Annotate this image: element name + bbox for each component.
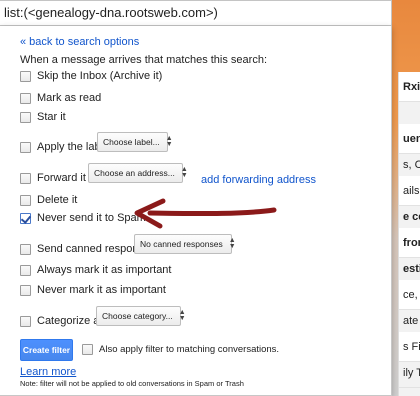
background-inbox-row: ily T [399, 358, 420, 388]
star-checkbox[interactable] [20, 111, 31, 123]
also-apply-checkbox[interactable] [82, 344, 93, 355]
skip-inbox-checkbox[interactable] [20, 70, 31, 82]
never-important-checkbox[interactable] [20, 284, 31, 296]
always-important-checkbox[interactable] [20, 264, 31, 276]
delete-option[interactable]: Delete it [20, 194, 77, 206]
categorize-checkbox[interactable] [20, 315, 31, 327]
never-spam-checkbox[interactable] [20, 212, 31, 224]
also-apply-option[interactable]: Also apply filter to matching conversati… [82, 344, 279, 355]
background-inbox-list: Rxivuencs, Cailse cefromestice, -ate is … [398, 72, 420, 396]
always-important-option[interactable]: Always mark it as important [20, 264, 171, 276]
star-label: Star it [37, 111, 66, 123]
dropdown-arrows-icon: ▲ ▼ [178, 309, 186, 322]
apply-label-checkbox[interactable] [20, 141, 31, 153]
delete-label: Delete it [37, 194, 78, 206]
canned-response-checkbox[interactable] [20, 243, 31, 255]
search-input[interactable]: list:(<genealogy-dna.rootsweb.com>) [0, 0, 392, 26]
filter-note: Note: filter will not be applied to old … [20, 379, 244, 388]
skip-inbox-label: Skip the Inbox (Archive it) [37, 70, 163, 82]
back-to-search-options-link[interactable]: « back to search options [20, 36, 139, 48]
categorize-option[interactable]: Categorize as: [20, 315, 108, 327]
mark-read-checkbox[interactable] [20, 92, 31, 104]
add-forwarding-address-link[interactable]: add forwarding address [201, 174, 316, 186]
canned-response-dropdown[interactable]: No canned responses ▲ ▼ [134, 234, 236, 254]
mark-read-label: Mark as read [37, 92, 102, 104]
filter-intro-text: When a message arrives that matches this… [20, 54, 267, 66]
always-important-label: Always mark it as important [37, 264, 172, 276]
dropdown-arrows-icon: ▲ ▼ [228, 237, 236, 250]
dropdown-arrows-icon: ▲ ▼ [180, 166, 188, 179]
choose-label-dropdown[interactable]: Choose label... ▲ ▼ [97, 132, 173, 152]
mark-read-option[interactable]: Mark as read [20, 92, 101, 104]
forward-checkbox[interactable] [20, 172, 31, 184]
never-spam-option[interactable]: Never send it to Spam [20, 212, 146, 224]
never-spam-label: Never send it to Spam [37, 212, 146, 224]
create-filter-button[interactable]: Create filter [20, 339, 73, 361]
dropdown-arrows-icon: ▲ ▼ [165, 135, 173, 148]
star-option[interactable]: Star it [20, 111, 66, 123]
delete-checkbox[interactable] [20, 194, 31, 206]
choose-category-dropdown[interactable]: Choose category... ▲ ▼ [96, 306, 186, 326]
canned-response-value: No canned responses [140, 239, 223, 249]
choose-address-dropdown[interactable]: Choose an address... ▲ ▼ [88, 163, 188, 183]
also-apply-label: Also apply filter to matching conversati… [99, 344, 280, 355]
choose-category-value: Choose category... [102, 311, 173, 321]
filter-options-panel: « back to search options When a message … [0, 26, 392, 396]
choose-address-value: Choose an address... [94, 168, 175, 178]
learn-more-link[interactable]: Learn more [20, 366, 76, 378]
skip-inbox-option[interactable]: Skip the Inbox (Archive it) [20, 70, 162, 82]
never-important-label: Never mark it as important [37, 284, 166, 296]
choose-label-value: Choose label... [103, 137, 160, 147]
never-important-option[interactable]: Never mark it as important [20, 284, 166, 296]
